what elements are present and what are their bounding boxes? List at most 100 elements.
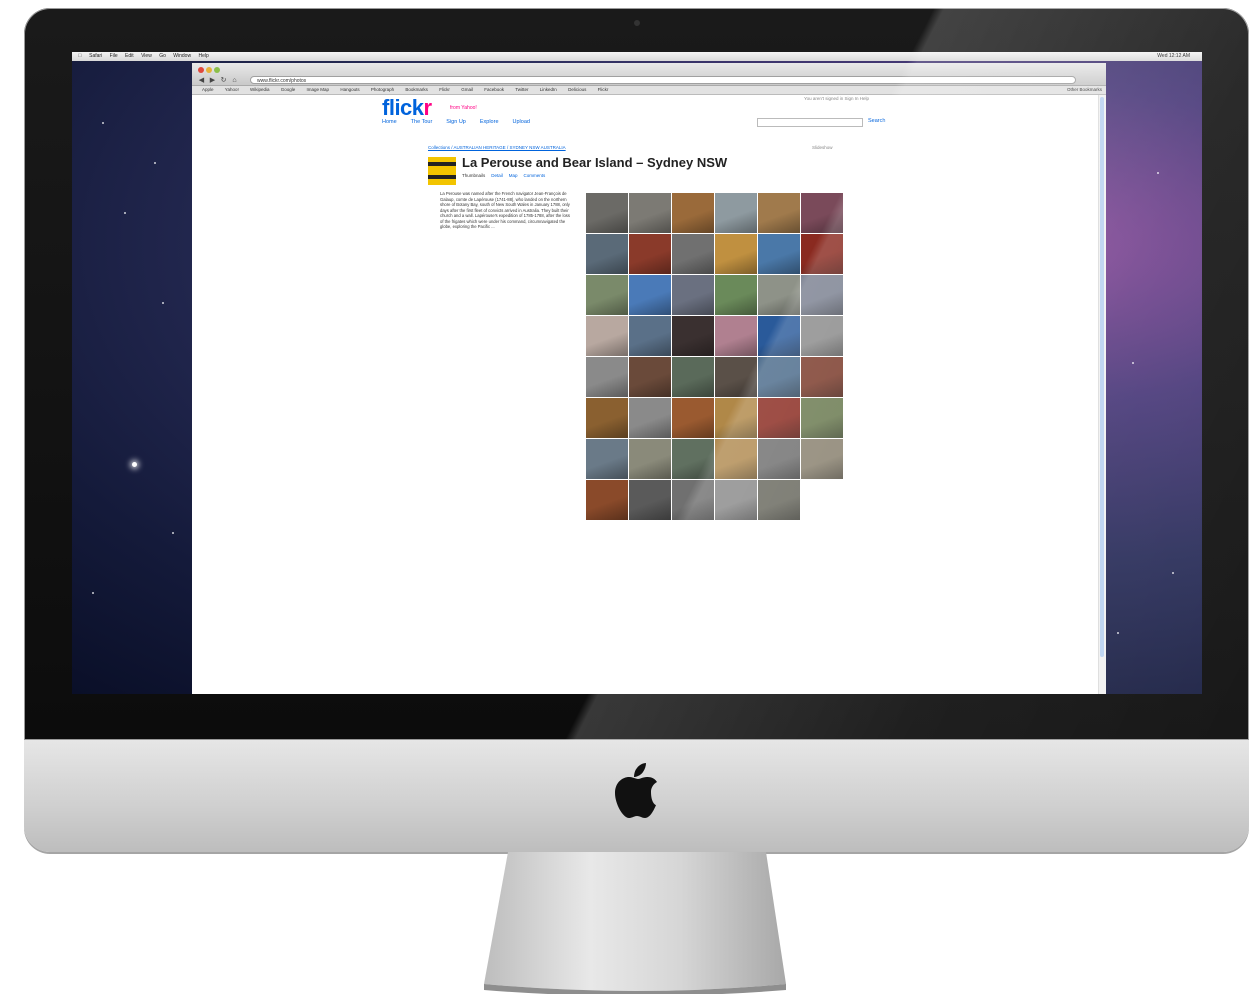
menu-help[interactable]: Help (198, 53, 208, 59)
photo-thumbnail[interactable] (586, 398, 628, 438)
photo-thumbnail[interactable] (758, 480, 800, 520)
photo-thumbnail[interactable] (758, 439, 800, 479)
photo-thumbnail[interactable] (715, 316, 757, 356)
view-map[interactable]: Map (509, 173, 518, 178)
reload-icon[interactable]: ↻ (220, 77, 227, 85)
close-window-button[interactable] (198, 67, 204, 73)
photo-thumbnail[interactable] (715, 398, 757, 438)
bookmark-item[interactable]: Facebook (484, 87, 504, 92)
photo-thumbnail[interactable] (672, 357, 714, 397)
nav-home[interactable]: Home (382, 119, 397, 125)
bookmark-item[interactable]: Delicious (568, 87, 586, 92)
bookmark-item[interactable]: Bookmarks (405, 87, 428, 92)
photo-thumbnail[interactable] (801, 398, 843, 438)
photo-thumbnail[interactable] (586, 316, 628, 356)
slideshow-button[interactable]: Slideshow (812, 145, 833, 150)
sign-in-links[interactable]: You aren't signed in Sign In Help (804, 96, 869, 101)
search-input[interactable] (757, 118, 863, 127)
photo-thumbnail[interactable] (672, 316, 714, 356)
bookmark-item[interactable]: Yahoo! (225, 87, 239, 92)
zoom-window-button[interactable] (214, 67, 220, 73)
bookmark-item[interactable]: Flickr (439, 87, 450, 92)
other-bookmarks[interactable]: Other Bookmarks (1067, 86, 1102, 94)
photo-thumbnail[interactable] (758, 234, 800, 274)
photo-thumbnail[interactable] (758, 316, 800, 356)
menu-view[interactable]: View (141, 53, 152, 59)
photo-thumbnail[interactable] (801, 357, 843, 397)
photo-thumbnail[interactable] (672, 275, 714, 315)
photo-thumbnail[interactable] (586, 234, 628, 274)
photo-thumbnail[interactable] (801, 439, 843, 479)
photo-thumbnail[interactable] (629, 357, 671, 397)
photo-thumbnail[interactable] (758, 193, 800, 233)
photo-thumbnail[interactable] (586, 357, 628, 397)
photo-thumbnail[interactable] (629, 398, 671, 438)
forward-icon[interactable]: ▶ (209, 77, 216, 85)
menu-edit[interactable]: Edit (125, 53, 134, 59)
bookmark-item[interactable]: Apple (202, 87, 214, 92)
bookmark-item[interactable]: Hangouts (340, 87, 359, 92)
photo-thumbnail[interactable] (672, 480, 714, 520)
bookmark-item[interactable]: Gmail (461, 87, 473, 92)
flickr-logo[interactable]: flickr (382, 95, 432, 121)
search-button[interactable]: Search (868, 118, 885, 124)
photo-thumbnail[interactable] (801, 193, 843, 233)
photo-thumbnail[interactable] (586, 439, 628, 479)
photo-thumbnail[interactable] (758, 357, 800, 397)
bookmark-item[interactable]: Wikipedia (250, 87, 270, 92)
photo-thumbnail[interactable] (586, 275, 628, 315)
photo-thumbnail[interactable] (672, 193, 714, 233)
menu-safari[interactable]: Safari (89, 53, 102, 59)
browser-window: ◀ ▶ ↻ ⌂ www.flickr.com/photos Apple Yaho… (192, 63, 1106, 694)
nav-tour[interactable]: The Tour (411, 119, 433, 125)
photo-thumbnail[interactable] (629, 480, 671, 520)
bookmark-item[interactable]: Flickr (598, 87, 609, 92)
menu-window[interactable]: Window (173, 53, 191, 59)
nav-upload[interactable]: Upload (513, 119, 530, 125)
menu-go[interactable]: Go (159, 53, 166, 59)
photo-thumbnail[interactable] (672, 398, 714, 438)
photo-thumbnail[interactable] (715, 275, 757, 315)
photo-thumbnail[interactable] (629, 275, 671, 315)
photo-thumbnail[interactable] (629, 439, 671, 479)
view-thumbnails[interactable]: Thumbnails (462, 173, 485, 178)
bookmark-item[interactable]: Twitter (515, 87, 528, 92)
photo-thumbnail[interactable] (758, 275, 800, 315)
photo-thumbnail[interactable] (715, 480, 757, 520)
photo-thumbnail[interactable] (629, 234, 671, 274)
owner-avatar[interactable] (428, 157, 456, 185)
photo-thumbnail[interactable] (672, 439, 714, 479)
back-icon[interactable]: ◀ (198, 77, 205, 85)
breadcrumb[interactable]: Collections / AUSTRALIAN HERITAGE / SYDN… (428, 145, 566, 150)
menubar-clock[interactable]: Wed 12:12 AM (1157, 52, 1190, 61)
menu-file[interactable]: File (110, 53, 118, 59)
view-comments[interactable]: Comments (524, 173, 546, 178)
home-icon[interactable]: ⌂ (231, 77, 238, 85)
photo-thumbnail[interactable] (672, 234, 714, 274)
photo-thumbnail[interactable] (715, 193, 757, 233)
minimize-window-button[interactable] (206, 67, 212, 73)
photo-thumbnail[interactable] (758, 398, 800, 438)
page-scrollbar[interactable] (1098, 95, 1106, 694)
bookmark-item[interactable]: Photograph (371, 87, 394, 92)
apple-menu-icon[interactable]:  (78, 53, 82, 59)
photo-thumbnail[interactable] (801, 234, 843, 274)
bookmark-item[interactable]: Image Map (307, 87, 330, 92)
address-bar[interactable]: www.flickr.com/photos (250, 76, 1076, 84)
photo-thumbnail[interactable] (801, 275, 843, 315)
nav-signup[interactable]: Sign Up (446, 119, 466, 125)
star (1172, 572, 1174, 574)
photo-thumbnail[interactable] (629, 193, 671, 233)
photo-thumbnail[interactable] (801, 316, 843, 356)
bookmark-item[interactable]: LinkedIn (540, 87, 557, 92)
nav-explore[interactable]: Explore (480, 119, 499, 125)
photo-thumbnail[interactable] (586, 193, 628, 233)
photo-thumbnail[interactable] (715, 439, 757, 479)
bookmark-item[interactable]: Google (281, 87, 296, 92)
photo-thumbnail[interactable] (715, 357, 757, 397)
photo-thumbnail[interactable] (715, 234, 757, 274)
photo-thumbnail[interactable] (586, 480, 628, 520)
photo-thumbnail[interactable] (629, 316, 671, 356)
scrollbar-thumb[interactable] (1100, 97, 1104, 657)
view-detail[interactable]: Detail (491, 173, 503, 178)
